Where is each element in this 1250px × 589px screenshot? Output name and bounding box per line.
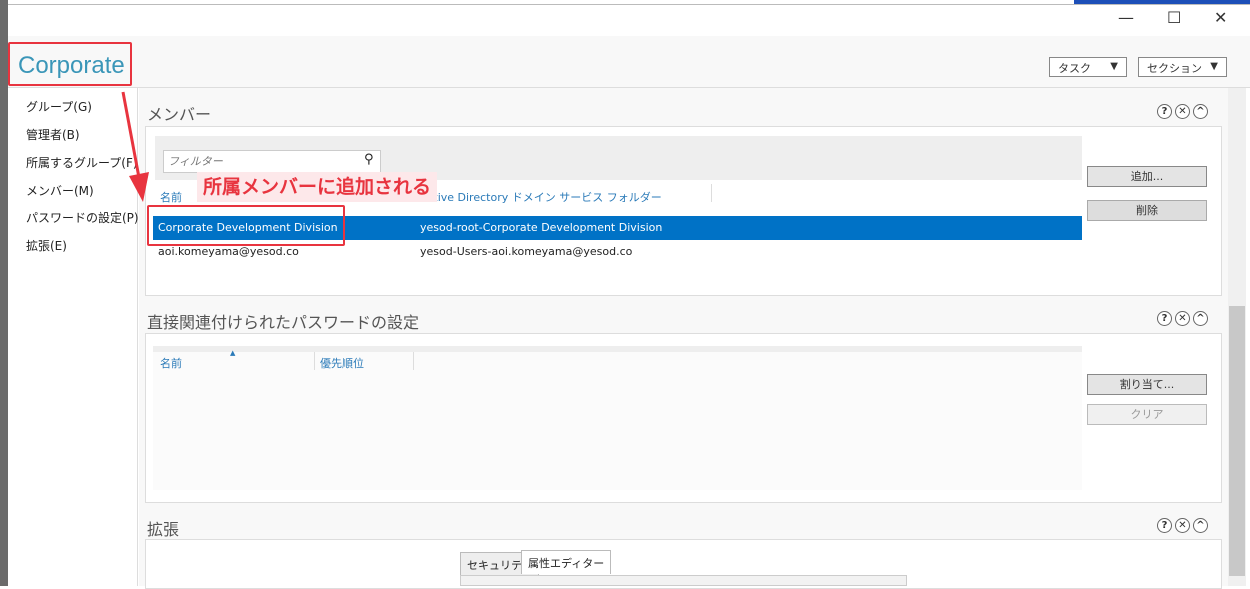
- assign-button[interactable]: 割り当て...: [1087, 374, 1207, 395]
- column-divider: [413, 352, 414, 370]
- help-icon[interactable]: ?: [1157, 104, 1172, 119]
- sections-dropdown[interactable]: セクション ▼: [1138, 57, 1227, 77]
- annotation-arrow-icon: [121, 91, 149, 202]
- chevron-down-icon: ▼: [1110, 61, 1118, 72]
- collapse-icon[interactable]: ^: [1193, 311, 1208, 326]
- close-icon[interactable]: ✕: [1175, 311, 1190, 326]
- help-icon[interactable]: ?: [1157, 311, 1172, 326]
- column-divider: [711, 184, 712, 202]
- annotation-callout: 所属メンバーに追加される: [197, 172, 438, 202]
- column-header-name[interactable]: 名前: [160, 355, 182, 371]
- tab-content: [460, 575, 907, 586]
- close-window-button[interactable]: ✕: [1214, 8, 1227, 27]
- column-header-priority[interactable]: 優先順位: [320, 355, 364, 371]
- column-divider: [314, 352, 315, 370]
- filter-input[interactable]: [163, 150, 381, 173]
- nav-groups[interactable]: グループ(G): [26, 98, 92, 115]
- remove-button[interactable]: 削除: [1087, 200, 1207, 221]
- scrollbar-thumb[interactable]: [1229, 306, 1245, 576]
- annotation-box-title: [8, 42, 132, 86]
- maximize-button[interactable]: ☐: [1167, 8, 1181, 27]
- column-header-folder[interactable]: Active Directory ドメイン サービス フォルダー: [420, 189, 662, 205]
- sort-ascending-icon: ▲: [230, 349, 236, 357]
- collapse-icon[interactable]: ^: [1193, 518, 1208, 533]
- nav-extensions[interactable]: 拡張(E): [26, 237, 67, 254]
- sections-label: セクション: [1147, 62, 1202, 75]
- collapse-icon[interactable]: ^: [1193, 104, 1208, 119]
- row-folder: yesod-Users-aoi.komeyama@yesod.co: [420, 245, 633, 258]
- nav-managers[interactable]: 管理者(B): [26, 126, 80, 143]
- members-section-title: メンバー: [147, 105, 212, 124]
- search-icon[interactable]: ⚲: [364, 152, 374, 167]
- clear-button: クリア: [1087, 404, 1207, 425]
- tab-attribute-editor[interactable]: 属性エディター: [521, 550, 612, 574]
- password-section-title: 直接関連付けられたパスワードの設定: [147, 313, 420, 332]
- row-folder: yesod-root-Corporate Development Divisio…: [420, 221, 663, 234]
- extension-section-title: 拡張: [147, 520, 180, 539]
- close-icon[interactable]: ✕: [1175, 518, 1190, 533]
- help-icon[interactable]: ?: [1157, 518, 1172, 533]
- tasks-label: タスク: [1058, 62, 1091, 75]
- minimize-button[interactable]: —: [1118, 8, 1134, 27]
- nav-members[interactable]: メンバー(M): [26, 182, 94, 199]
- password-table: [153, 346, 1082, 490]
- chevron-down-icon: ▼: [1210, 61, 1218, 72]
- column-header-name[interactable]: 名前: [160, 189, 182, 205]
- annotation-box-row: [147, 205, 345, 246]
- tasks-dropdown[interactable]: タスク ▼: [1049, 57, 1127, 77]
- close-icon[interactable]: ✕: [1175, 104, 1190, 119]
- nav-password-settings[interactable]: パスワードの設定(P): [26, 209, 139, 226]
- background-strip: [0, 0, 8, 586]
- add-button[interactable]: 追加...: [1087, 166, 1207, 187]
- background-window-edge: [1074, 0, 1250, 4]
